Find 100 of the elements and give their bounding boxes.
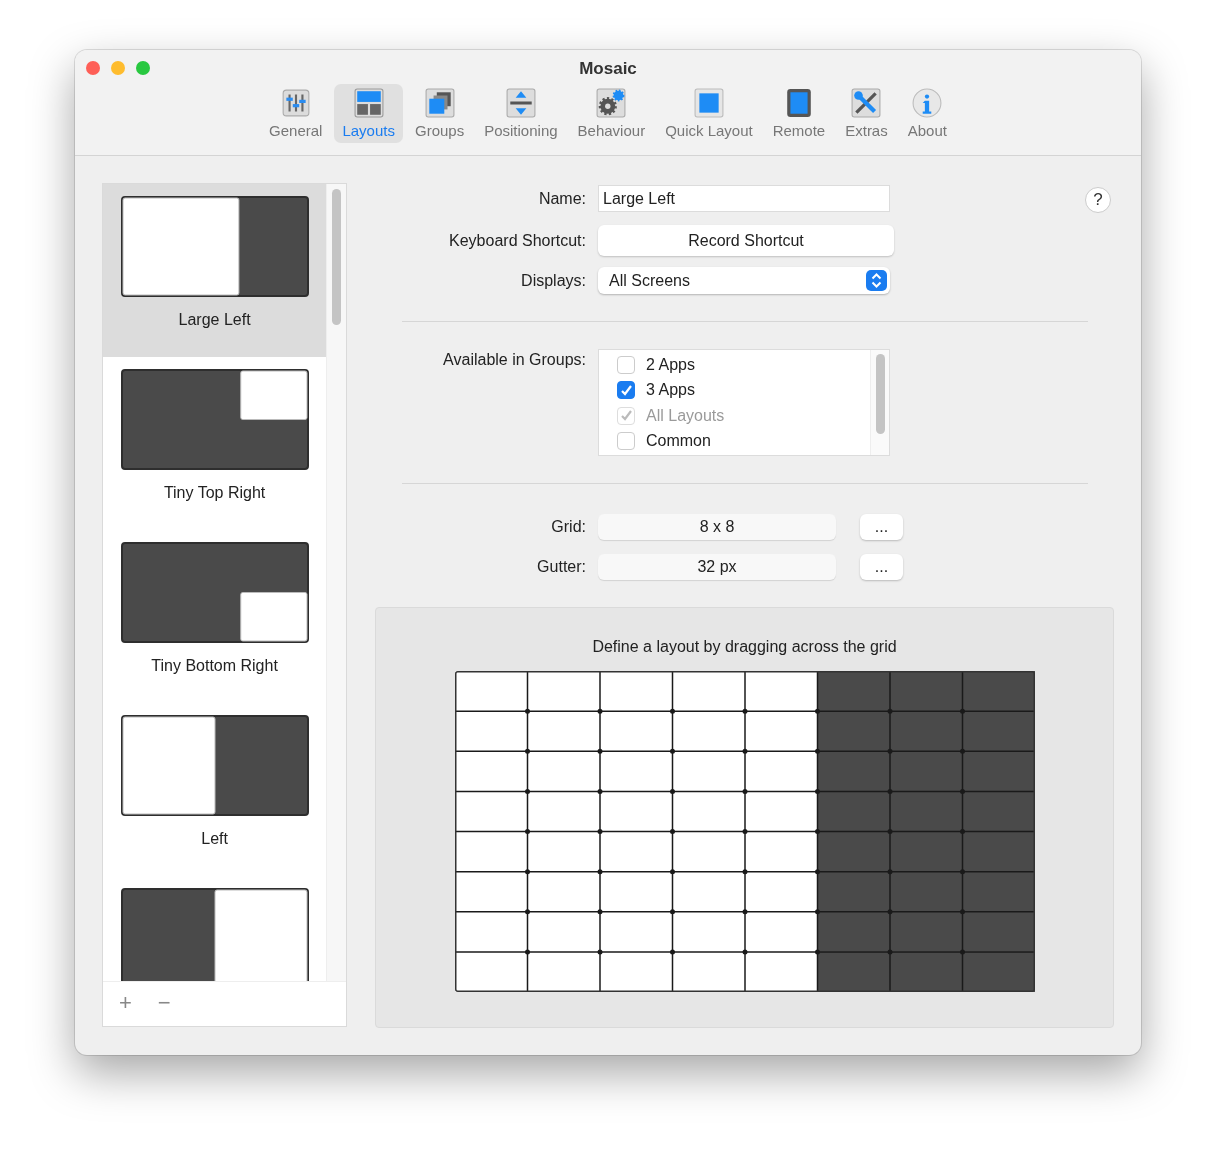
grid-cell[interactable] <box>527 911 600 952</box>
stacked-squares-icon <box>424 88 455 118</box>
grid-icon <box>693 88 724 118</box>
field-label: Available in Groups: <box>442 351 586 369</box>
grid-cell[interactable] <box>454 911 527 952</box>
grid-cell[interactable] <box>454 791 527 832</box>
group-checkbox[interactable]: 3 Apps <box>617 377 870 403</box>
grid-cell[interactable] <box>889 871 962 912</box>
displays-dropdown[interactable]: All Screens <box>598 267 890 294</box>
editor-caption: Define a layout by dragging across the grid <box>592 638 897 656</box>
close-button[interactable] <box>86 61 100 75</box>
record-shortcut-button[interactable]: Record Shortcut <box>598 225 894 256</box>
layout-name: Tiny Top Right <box>163 484 266 502</box>
grid-cell[interactable] <box>817 831 890 872</box>
grid-cell[interactable] <box>527 871 600 912</box>
stepper-icon <box>866 270 887 291</box>
grid-size-field[interactable]: 8 x 8 <box>598 514 836 540</box>
grid-cell[interactable] <box>744 871 817 912</box>
grid-cell[interactable] <box>454 751 527 792</box>
grid-cell[interactable] <box>962 911 1035 952</box>
help-button[interactable]: ? <box>1085 187 1111 213</box>
toolbar-tab[interactable]: Quick Layout <box>657 84 761 143</box>
toolbar-tab[interactable]: Positioning <box>476 84 566 143</box>
grid-cell[interactable] <box>599 671 672 712</box>
grid-cell[interactable] <box>599 831 672 872</box>
grid-cell[interactable] <box>962 671 1035 712</box>
grid-cell[interactable] <box>817 871 890 912</box>
name-field[interactable]: Large Left <box>598 185 890 212</box>
grid-cell[interactable] <box>672 831 745 872</box>
layout-item[interactable]: Left <box>103 703 327 876</box>
field-label: Gutter: <box>536 558 586 576</box>
grid-cell[interactable] <box>962 711 1035 752</box>
toolbar-tab[interactable]: Groups <box>407 84 473 143</box>
grid-cell[interactable] <box>962 831 1035 872</box>
grid-cell[interactable] <box>962 871 1035 912</box>
grid-cell[interactable] <box>527 751 600 792</box>
grid-cell[interactable] <box>599 751 672 792</box>
grid-cell[interactable] <box>889 711 962 752</box>
scrollbar[interactable] <box>326 184 346 981</box>
grid-cell[interactable] <box>744 671 817 712</box>
checkmark-icon <box>619 409 633 423</box>
grid-cell[interactable] <box>599 711 672 752</box>
grid-cell[interactable] <box>889 911 962 952</box>
layout-item[interactable]: Tiny Bottom Right <box>103 530 327 703</box>
grid-cell[interactable] <box>744 751 817 792</box>
grid-cell[interactable] <box>817 791 890 832</box>
grid-cell[interactable] <box>454 711 527 752</box>
grid-cell[interactable] <box>744 911 817 952</box>
field-label: Grid: <box>550 518 586 536</box>
layout-name: Left <box>201 830 228 848</box>
grid-cell[interactable] <box>672 711 745 752</box>
grid-cell[interactable] <box>599 791 672 832</box>
grid-cell[interactable] <box>527 671 600 712</box>
grid-cell[interactable] <box>817 671 890 712</box>
grid-cell[interactable] <box>889 791 962 832</box>
grid-cell[interactable] <box>599 911 672 952</box>
group-checkbox[interactable]: 2 Apps <box>617 352 870 378</box>
grid-cell[interactable] <box>672 671 745 712</box>
grid-cell[interactable] <box>527 791 600 832</box>
toolbar-tab[interactable]: Extras <box>837 84 896 143</box>
info-icon <box>912 88 943 118</box>
layout-item[interactable]: Large Left <box>103 184 327 357</box>
grid-cell[interactable] <box>527 831 600 872</box>
tools-icon <box>851 88 882 118</box>
grid-cell[interactable] <box>672 871 745 912</box>
grid-cell[interactable] <box>527 711 600 752</box>
field-label: Keyboard Shortcut: <box>448 231 586 250</box>
grid-cell[interactable] <box>454 671 527 712</box>
grid-cell[interactable] <box>672 791 745 832</box>
grid-cell[interactable] <box>889 751 962 792</box>
add-button[interactable]: + <box>115 990 136 1016</box>
grid-cell[interactable] <box>962 791 1035 832</box>
grid-cell[interactable] <box>817 711 890 752</box>
grid-cell[interactable] <box>744 711 817 752</box>
grid-cell[interactable] <box>889 671 962 712</box>
grid-cell[interactable] <box>889 831 962 872</box>
grid-cell[interactable] <box>672 911 745 952</box>
toolbar-tab[interactable]: Behaviour <box>569 84 654 143</box>
remove-button[interactable]: − <box>153 990 175 1016</box>
grid-cell[interactable] <box>454 831 527 872</box>
field-label: Name: <box>537 189 586 208</box>
grid-cell[interactable] <box>817 751 890 792</box>
gutter-field[interactable]: 32 px <box>598 554 836 580</box>
layout-item[interactable]: Tiny Top Right <box>103 357 327 530</box>
grid-cell[interactable] <box>744 791 817 832</box>
grid-cell[interactable] <box>672 751 745 792</box>
grid-cell[interactable] <box>744 831 817 872</box>
more-button[interactable]: ... <box>860 554 903 580</box>
layout-grid[interactable] <box>454 671 1035 992</box>
toolbar-tab[interactable]: About <box>899 84 955 143</box>
grid-cell[interactable] <box>599 871 672 912</box>
group-checkbox[interactable]: Common <box>617 428 870 454</box>
more-button[interactable]: ... <box>860 514 903 540</box>
grid-cell[interactable] <box>454 871 527 912</box>
grid-cell[interactable] <box>817 911 890 952</box>
grid-cell[interactable] <box>962 751 1035 792</box>
toolbar-tab[interactable]: Remote <box>764 84 834 143</box>
scrollbar[interactable] <box>870 350 889 455</box>
gears-icon <box>596 88 627 118</box>
toolbar-tab[interactable]: General <box>261 84 331 143</box>
